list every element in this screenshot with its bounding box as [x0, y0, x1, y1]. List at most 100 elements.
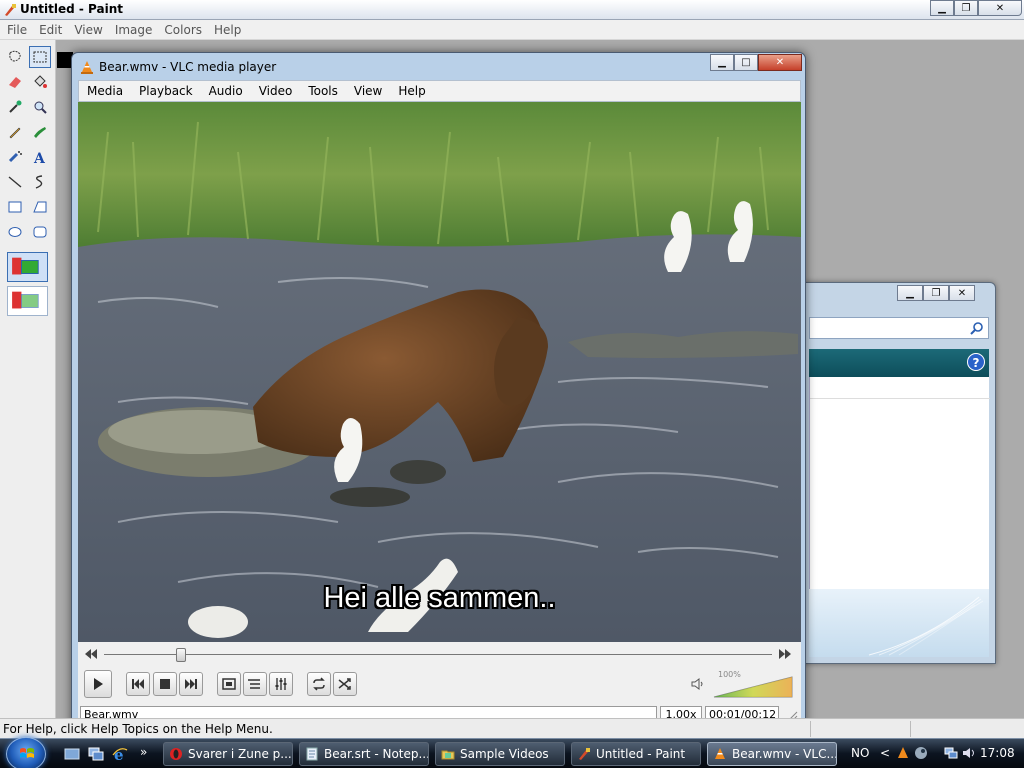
- shuffle-button[interactable]: [333, 672, 357, 696]
- line-tool[interactable]: [4, 171, 26, 193]
- vlc-controls-panel: 100%: [78, 642, 801, 708]
- steam-tray-icon[interactable]: [914, 746, 928, 760]
- start-button[interactable]: [6, 737, 46, 768]
- menu-colors[interactable]: Colors: [157, 23, 207, 37]
- seek-forward-icon[interactable]: [778, 648, 792, 660]
- internet-explorer-icon[interactable]: e: [112, 746, 128, 762]
- vlc-menu-view[interactable]: View: [346, 84, 390, 98]
- play-button[interactable]: [84, 670, 112, 698]
- bg-search-box[interactable]: [809, 317, 989, 339]
- fill-tool[interactable]: [29, 71, 51, 93]
- polygon-tool[interactable]: [29, 196, 51, 218]
- paint-window-controls: ▁ ❐ ✕: [930, 0, 1022, 16]
- seek-row: [78, 646, 801, 662]
- extended-settings-button[interactable]: [269, 672, 293, 696]
- network-tray-icon[interactable]: [944, 746, 958, 760]
- vlc-maximize-button[interactable]: □: [734, 54, 758, 71]
- menu-file[interactable]: File: [0, 23, 32, 37]
- vlc-menu-audio[interactable]: Audio: [201, 84, 251, 98]
- language-indicator[interactable]: NO: [851, 746, 869, 760]
- restore-icon: ❐: [961, 2, 971, 14]
- airbrush-tool[interactable]: [4, 146, 26, 168]
- vlc-close-button[interactable]: ✕: [758, 54, 802, 71]
- loop-button[interactable]: [307, 672, 331, 696]
- close-button[interactable]: ✕: [978, 0, 1022, 16]
- show-desktop-icon[interactable]: [64, 746, 80, 762]
- video-frame[interactable]: Hei alle sammen..: [78, 102, 801, 642]
- menu-edit[interactable]: Edit: [32, 23, 67, 37]
- menu-help[interactable]: Help: [207, 23, 246, 37]
- brush-icon: [34, 127, 46, 138]
- vlc-tray-icon[interactable]: [896, 746, 910, 760]
- seek-handle[interactable]: [175, 648, 186, 662]
- vlc-menu-help[interactable]: Help: [390, 84, 433, 98]
- pencil-icon: [9, 127, 21, 139]
- vlc-window[interactable]: Bear.wmv - VLC media player ▁ □ ✕ Media …: [71, 52, 806, 729]
- seek-bar[interactable]: [104, 654, 772, 655]
- volume-speaker-icon[interactable]: [690, 676, 706, 692]
- taskbar-item-label: Untitled - Paint: [596, 747, 686, 761]
- help-icon[interactable]: ?: [967, 353, 985, 371]
- rect-select-tool[interactable]: [29, 46, 51, 68]
- rounded-rect-icon: [33, 226, 47, 238]
- minimize-button[interactable]: ▁: [930, 0, 954, 16]
- tray-expand-icon[interactable]: <: [880, 746, 894, 760]
- taskbar-item-vlc[interactable]: Bear.wmv - VLC...: [707, 742, 837, 766]
- pencil-tool[interactable]: [4, 121, 26, 143]
- bg-minimize-button[interactable]: ▁: [897, 285, 923, 301]
- ellipse-tool[interactable]: [4, 221, 26, 243]
- curve-tool[interactable]: [29, 171, 51, 193]
- fullscreen-button[interactable]: [217, 672, 241, 696]
- playlist-button[interactable]: [243, 672, 267, 696]
- windows-logo-icon: [20, 748, 34, 758]
- next-button[interactable]: [179, 672, 203, 696]
- clock[interactable]: 17:08: [980, 746, 1015, 760]
- vlc-menubar: Media Playback Audio Video Tools View He…: [78, 80, 801, 102]
- free-select-tool[interactable]: [4, 46, 26, 68]
- menu-image[interactable]: Image: [108, 23, 158, 37]
- bg-close-button[interactable]: ✕: [949, 285, 975, 301]
- rectangle-tool[interactable]: [4, 196, 26, 218]
- vlc-menu-media[interactable]: Media: [79, 84, 131, 98]
- menu-view[interactable]: View: [67, 23, 107, 37]
- quicklaunch-overflow-icon[interactable]: »: [140, 745, 156, 761]
- brush-tool[interactable]: [29, 121, 51, 143]
- vlc-menu-playback[interactable]: Playback: [131, 84, 201, 98]
- restore-icon: ❐: [931, 287, 941, 299]
- magnifier-icon: [34, 101, 47, 114]
- eraser-tool[interactable]: [4, 71, 26, 93]
- vlc-window-controls: ▁ □ ✕: [710, 54, 802, 71]
- text-tool[interactable]: A: [29, 146, 51, 168]
- taskbar-item-notepad[interactable]: Bear.srt - Notep...: [299, 742, 429, 766]
- taskbar: e » Svarer i Zune p... Bear.srt - Notep.…: [0, 737, 1024, 768]
- magnifier-tool[interactable]: [29, 96, 51, 118]
- transparent-option[interactable]: [7, 286, 48, 316]
- decorative-swoosh: [868, 596, 984, 656]
- stop-button[interactable]: [153, 672, 177, 696]
- seek-backward-icon[interactable]: [84, 648, 98, 660]
- volume-tray-icon[interactable]: [962, 746, 976, 760]
- minimize-icon: ▁: [906, 287, 914, 299]
- vlc-titlebar[interactable]: Bear.wmv - VLC media player ▁ □ ✕: [72, 53, 805, 81]
- rounded-rect-tool[interactable]: [29, 221, 51, 243]
- taskbar-item-sample-videos[interactable]: Sample Videos: [435, 742, 565, 766]
- switch-windows-icon[interactable]: [88, 746, 104, 762]
- volume-slider[interactable]: [713, 676, 793, 698]
- vlc-minimize-button[interactable]: ▁: [710, 54, 734, 71]
- opaque-option[interactable]: [7, 252, 48, 282]
- paint-titlebar[interactable]: Untitled - Paint ▁ ❐ ✕: [0, 0, 1024, 20]
- search-icon[interactable]: [970, 321, 984, 335]
- ellipse-icon: [8, 227, 22, 237]
- rectangle-icon: [8, 201, 22, 213]
- background-window[interactable]: ▁ ❐ ✕ ?: [800, 282, 996, 664]
- fill-bucket-icon: [34, 75, 47, 88]
- bg-restore-button[interactable]: ❐: [923, 285, 949, 301]
- vlc-menu-video[interactable]: Video: [251, 84, 301, 98]
- paint-menubar: File Edit View Image Colors Help: [0, 20, 1024, 40]
- restore-button[interactable]: ❐: [954, 0, 978, 16]
- taskbar-item-paint[interactable]: Untitled - Paint: [571, 742, 701, 766]
- color-picker-tool[interactable]: [4, 96, 26, 118]
- vlc-menu-tools[interactable]: Tools: [300, 84, 346, 98]
- taskbar-item-opera[interactable]: Svarer i Zune p...: [163, 742, 293, 766]
- previous-button[interactable]: [126, 672, 150, 696]
